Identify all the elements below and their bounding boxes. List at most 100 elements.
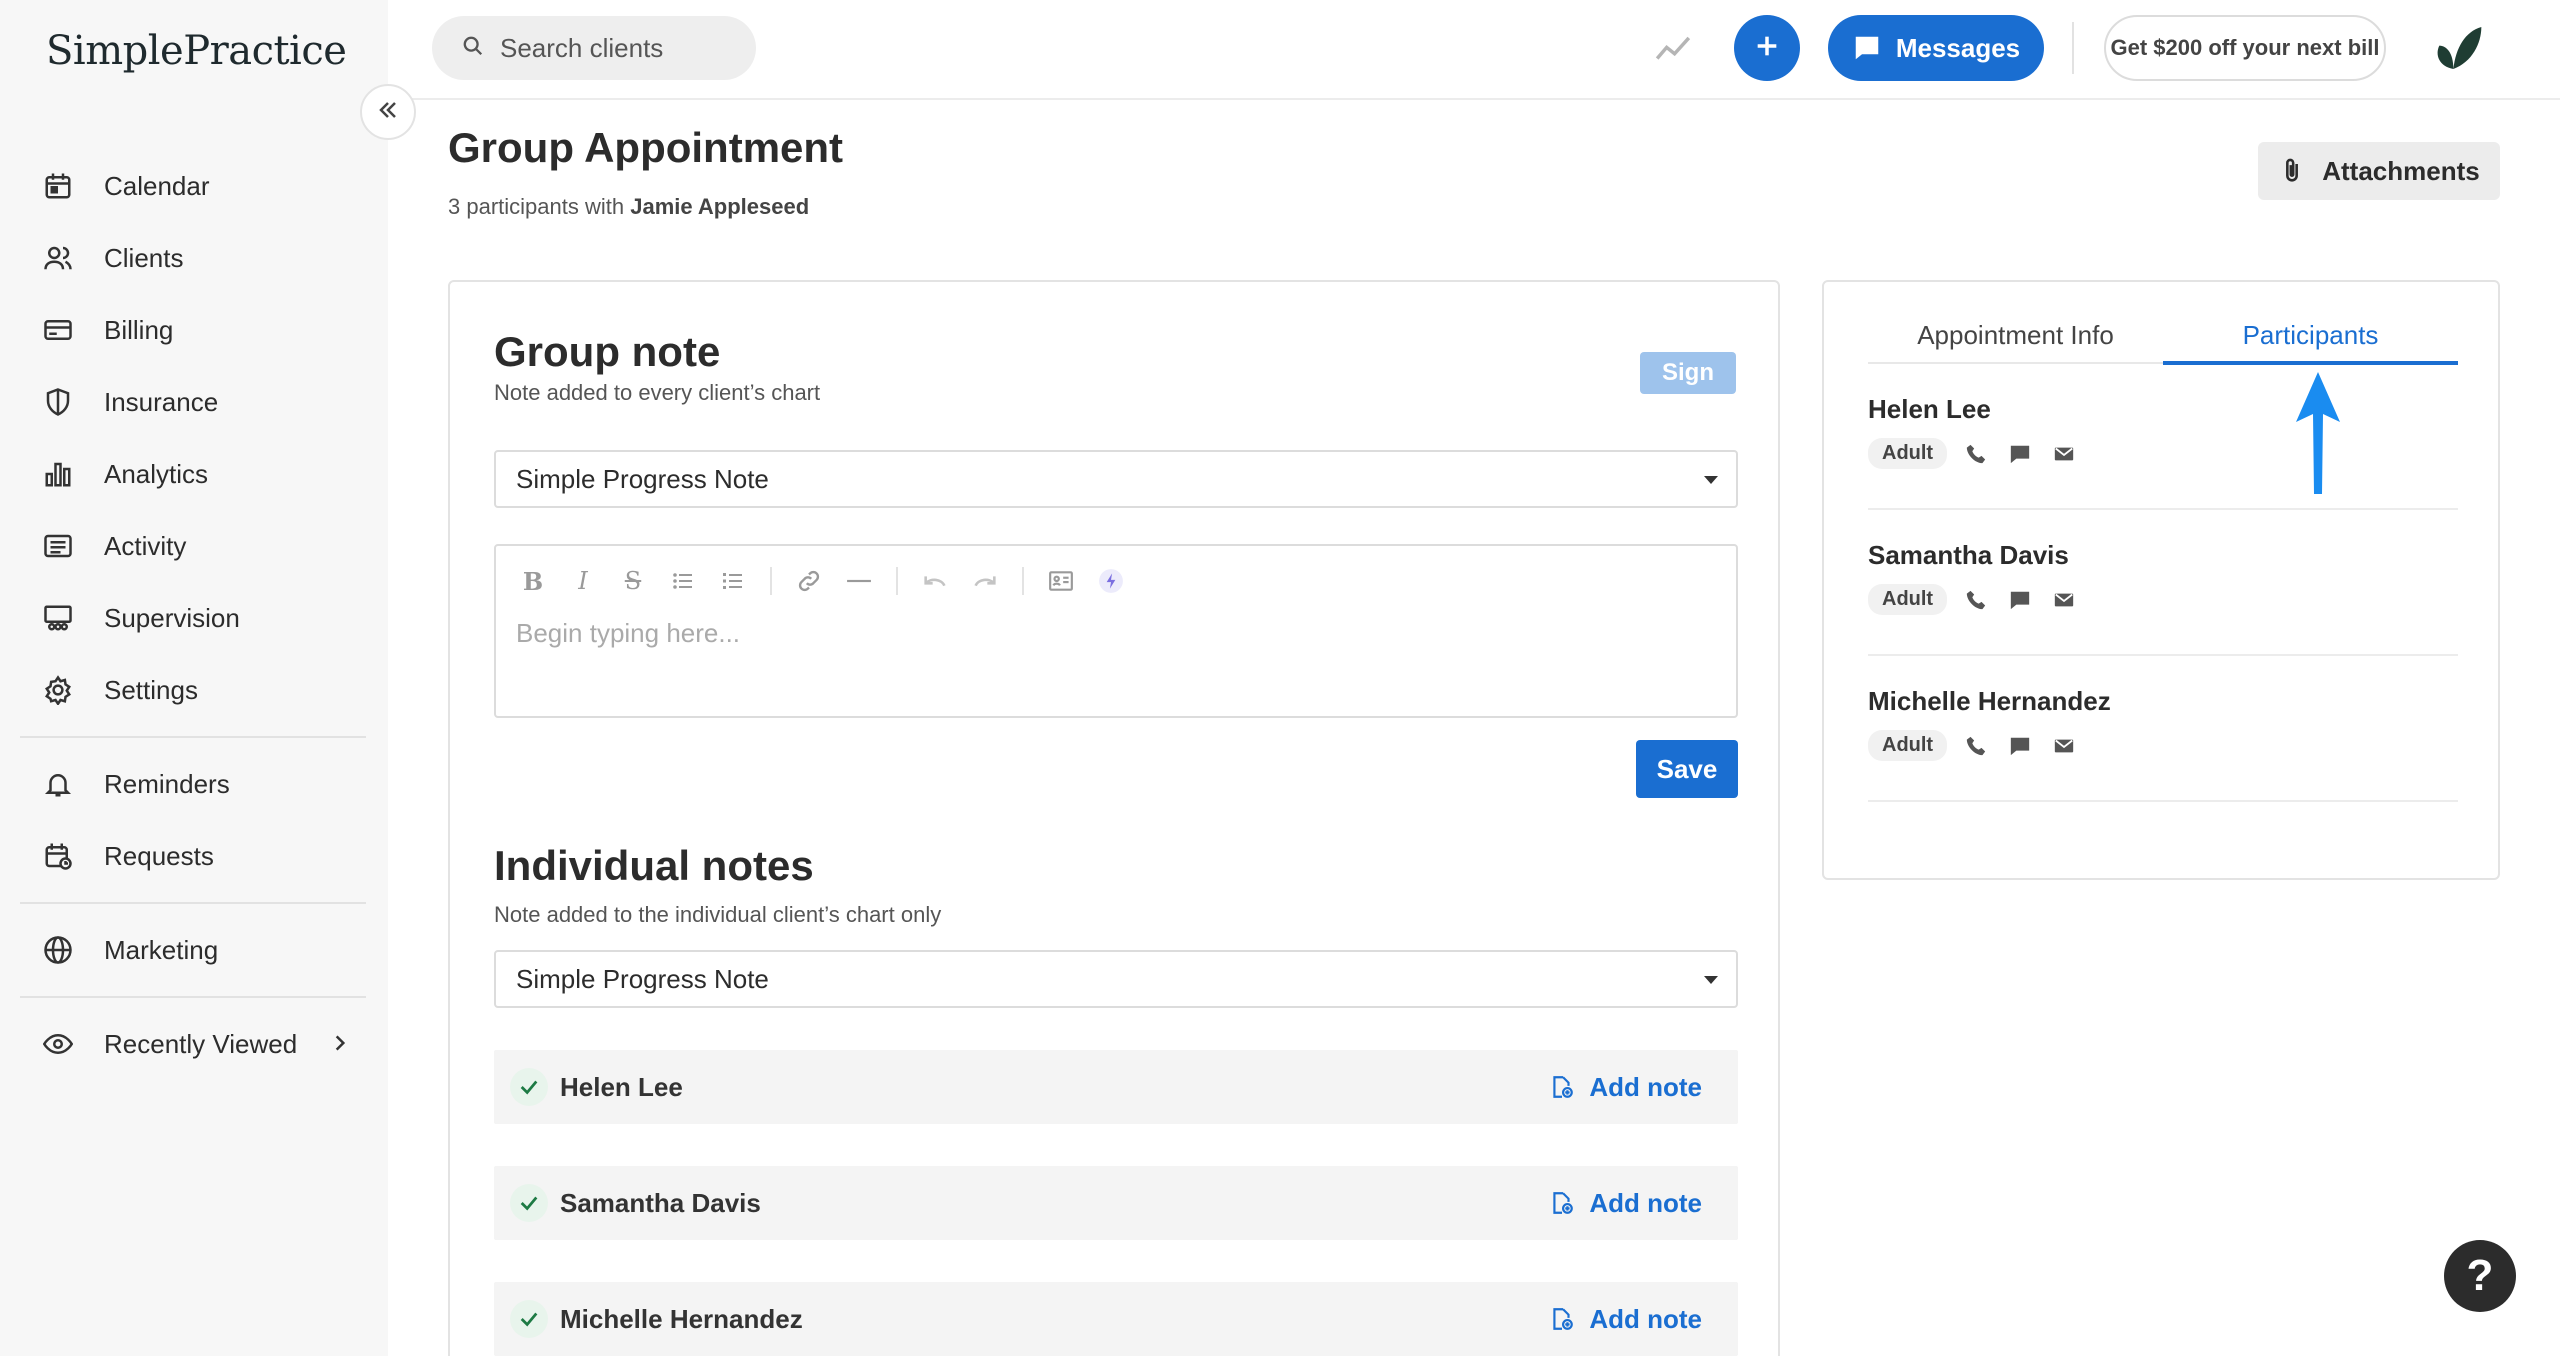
collapse-sidebar-button[interactable] xyxy=(360,84,416,140)
italic-icon[interactable]: I xyxy=(566,564,600,598)
sidebar-item-marketing[interactable]: Marketing xyxy=(20,914,366,986)
search-box[interactable] xyxy=(432,16,756,80)
client-name: Michelle Hernandez xyxy=(560,1303,803,1334)
brand-leaf-icon[interactable] xyxy=(2430,20,2486,81)
horizontal-rule-icon[interactable] xyxy=(842,564,876,598)
sidebar-item-clients[interactable]: Clients xyxy=(20,222,366,294)
add-button[interactable] xyxy=(1734,15,1800,81)
participant-details: Adult xyxy=(1868,730,2093,761)
sidebar-item-recently-viewed[interactable]: Recently Viewed xyxy=(20,1008,366,1080)
chevrons-left-icon xyxy=(376,98,400,127)
participant-item: Michelle Hernandez Adult xyxy=(1868,656,2458,802)
trend-icon[interactable] xyxy=(1654,30,1692,73)
email-icon[interactable] xyxy=(2049,585,2079,615)
sidebar-item-supervision[interactable]: Supervision xyxy=(20,582,366,654)
age-badge: Adult xyxy=(1868,438,1948,469)
link-icon[interactable] xyxy=(792,564,826,598)
sidebar-item-reminders[interactable]: Reminders xyxy=(20,748,366,820)
participant-name[interactable]: Michelle Hernandez xyxy=(1868,686,2111,717)
individual-note-template-select[interactable]: Simple Progress Note xyxy=(494,950,1738,1008)
individual-note-row: Helen Lee Add note xyxy=(494,1050,1738,1124)
ai-lightning-icon[interactable] xyxy=(1094,564,1128,598)
phone-icon[interactable] xyxy=(1961,439,1991,469)
sidebar-item-label: Billing xyxy=(104,314,174,345)
email-icon[interactable] xyxy=(2049,731,2079,761)
sidebar-item-label: Supervision xyxy=(104,602,240,633)
participant-item: Samantha Davis Adult xyxy=(1868,510,2458,656)
sidebar-divider xyxy=(20,996,366,998)
save-button[interactable]: Save xyxy=(1636,740,1738,798)
numbered-list-icon[interactable] xyxy=(716,564,750,598)
sidebar-item-activity[interactable]: Activity xyxy=(20,510,366,582)
caret-down-icon xyxy=(1704,476,1718,484)
promo-button[interactable]: Get $200 off your next bill xyxy=(2104,15,2386,81)
sidebar-item-label: Marketing xyxy=(104,934,219,965)
sidebar-nav: Calendar Clients Billing Insurance Analy… xyxy=(20,150,366,1080)
strikethrough-icon[interactable]: S xyxy=(616,564,650,598)
calendar-icon xyxy=(40,168,76,204)
individual-notes-title: Individual notes xyxy=(494,842,814,889)
tab-participants[interactable]: Participants xyxy=(2163,318,2458,365)
undo-icon[interactable] xyxy=(918,564,952,598)
list-icon xyxy=(40,528,76,564)
calendar-clock-icon xyxy=(40,838,76,874)
email-icon[interactable] xyxy=(2049,439,2079,469)
participant-name[interactable]: Samantha Davis xyxy=(1868,540,2069,571)
simplepractice-logo[interactable]: SimplePractice xyxy=(46,28,347,74)
sidebar-item-requests[interactable]: Requests xyxy=(20,820,366,892)
eye-icon xyxy=(40,1026,76,1062)
individual-notes-subtitle: Note added to the individual client’s ch… xyxy=(494,902,942,927)
sidebar-item-settings[interactable]: Settings xyxy=(20,654,366,726)
sign-button[interactable]: Sign xyxy=(1640,352,1736,394)
help-button[interactable]: ? xyxy=(2444,1240,2516,1312)
individual-note-row: Samantha Davis Add note xyxy=(494,1166,1738,1240)
participants-count: 3 participants with xyxy=(448,194,625,219)
chat-icon[interactable] xyxy=(2005,585,2035,615)
participant-details: Adult xyxy=(1868,438,2093,469)
sidebar-item-insurance[interactable]: Insurance xyxy=(20,366,366,438)
sidebar-item-label: Clients xyxy=(104,242,184,273)
top-bar: Messages Get $200 off your next bill xyxy=(388,0,2560,100)
individual-note-row: Michelle Hernandez Add note xyxy=(494,1282,1738,1356)
gear-icon xyxy=(40,672,76,708)
messages-button[interactable]: Messages xyxy=(1828,15,2044,81)
chat-icon[interactable] xyxy=(2005,439,2035,469)
phone-icon[interactable] xyxy=(1961,731,1991,761)
redo-icon[interactable] xyxy=(968,564,1002,598)
chat-icon[interactable] xyxy=(2005,731,2035,761)
bold-icon[interactable]: B xyxy=(516,564,550,598)
search-icon xyxy=(462,35,484,62)
checkmark-icon xyxy=(510,1184,548,1222)
sidebar-item-analytics[interactable]: Analytics xyxy=(20,438,366,510)
search-input[interactable] xyxy=(500,32,740,64)
sidebar-divider xyxy=(20,736,366,738)
client-name: Helen Lee xyxy=(560,1071,683,1102)
editor-placeholder: Begin typing here... xyxy=(516,618,741,648)
editor-toolbar: B I S xyxy=(516,564,1144,598)
sidebar: SimplePractice Calendar Clients Billing … xyxy=(0,0,388,1356)
participant-name[interactable]: Helen Lee xyxy=(1868,394,1991,425)
add-note-label: Add note xyxy=(1589,1071,1702,1102)
add-note-button[interactable]: Add note xyxy=(1549,1072,1702,1103)
sidebar-item-billing[interactable]: Billing xyxy=(20,294,366,366)
smart-field-icon[interactable] xyxy=(1044,564,1078,598)
add-note-button[interactable]: Add note xyxy=(1549,1304,1702,1335)
add-note-icon xyxy=(1553,1308,1574,1330)
topbar-divider xyxy=(2072,22,2074,74)
participant-item: Helen Lee Adult xyxy=(1868,364,2458,510)
tab-appointment-info[interactable]: Appointment Info xyxy=(1868,318,2163,362)
sidebar-item-calendar[interactable]: Calendar xyxy=(20,150,366,222)
group-note-template-select[interactable]: Simple Progress Note xyxy=(494,450,1738,508)
attachments-button[interactable]: Attachments xyxy=(2258,142,2500,200)
chevron-right-icon xyxy=(330,1029,350,1060)
phone-icon[interactable] xyxy=(1961,585,1991,615)
group-note-subtitle: Note added to every client’s chart xyxy=(494,380,821,405)
sidebar-item-label: Settings xyxy=(104,674,198,705)
add-note-button[interactable]: Add note xyxy=(1549,1188,1702,1219)
group-note-editor[interactable]: B I S Begin typing here... xyxy=(494,544,1738,718)
sidebar-item-label: Reminders xyxy=(104,768,230,799)
messages-label: Messages xyxy=(1895,32,2021,63)
bullet-list-icon[interactable] xyxy=(666,564,700,598)
group-note-title: Group note xyxy=(494,328,721,375)
clinician-name: Jamie Appleseed xyxy=(630,194,810,219)
